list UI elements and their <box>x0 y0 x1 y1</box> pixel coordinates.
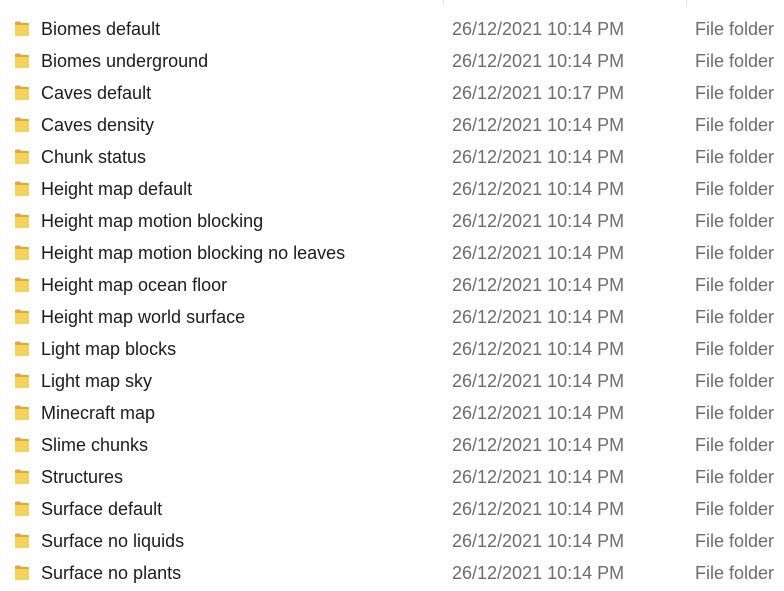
file-name: Caves default <box>41 83 152 103</box>
file-name: Surface no plants <box>41 563 182 583</box>
file-list: Biomes default 26/12/2021 10:14 PM File … <box>0 0 784 589</box>
file-type: File folder <box>695 307 775 327</box>
date-modified: 26/12/2021 10:14 PM <box>452 115 625 135</box>
date-modified: 26/12/2021 10:14 PM <box>452 531 625 551</box>
file-type: File folder <box>695 51 775 71</box>
file-row[interactable]: Slime chunks 26/12/2021 10:14 PM File fo… <box>0 429 784 461</box>
file-row[interactable]: Surface default 26/12/2021 10:14 PM File… <box>0 493 784 525</box>
file-row[interactable]: Biomes default 26/12/2021 10:14 PM File … <box>0 13 784 45</box>
folder-icon <box>14 212 30 229</box>
date-modified: 26/12/2021 10:14 PM <box>452 243 625 263</box>
file-row[interactable]: Surface no liquids 26/12/2021 10:14 PM F… <box>0 525 784 557</box>
file-name: Height map motion blocking <box>41 211 264 231</box>
file-name: Height map ocean floor <box>41 275 228 295</box>
date-modified: 26/12/2021 10:14 PM <box>452 179 625 199</box>
file-type: File folder <box>695 147 775 167</box>
file-name: Height map default <box>41 179 193 199</box>
file-name: Height map motion blocking no leaves <box>41 243 346 263</box>
folder-icon <box>14 148 30 165</box>
folder-icon <box>14 116 30 133</box>
file-name: Light map sky <box>41 371 153 391</box>
file-row[interactable]: Height map default 26/12/2021 10:14 PM F… <box>0 173 784 205</box>
folder-icon <box>14 84 30 101</box>
file-name: Chunk status <box>41 147 147 167</box>
file-row[interactable]: Light map blocks 26/12/2021 10:14 PM Fil… <box>0 333 784 365</box>
file-type: File folder <box>695 179 775 199</box>
date-modified: 26/12/2021 10:14 PM <box>452 499 625 519</box>
file-row[interactable]: Height map motion blocking 26/12/2021 10… <box>0 205 784 237</box>
file-name: Surface default <box>41 499 163 519</box>
file-name: Caves density <box>41 115 155 135</box>
date-modified: 26/12/2021 10:14 PM <box>452 147 625 167</box>
file-name: Biomes underground <box>41 51 209 71</box>
date-modified: 26/12/2021 10:14 PM <box>452 563 625 583</box>
date-modified: 26/12/2021 10:17 PM <box>452 83 625 103</box>
file-name: Minecraft map <box>41 403 156 423</box>
file-row[interactable]: Biomes underground 26/12/2021 10:14 PM F… <box>0 45 784 77</box>
column-divider-date[interactable] <box>443 0 444 6</box>
date-modified: 26/12/2021 10:14 PM <box>452 435 625 455</box>
file-type: File folder <box>695 563 775 583</box>
file-row[interactable]: Caves default 26/12/2021 10:17 PM File f… <box>0 77 784 109</box>
date-modified: 26/12/2021 10:14 PM <box>452 467 625 487</box>
date-modified: 26/12/2021 10:14 PM <box>452 403 625 423</box>
file-type: File folder <box>695 499 775 519</box>
file-type: File folder <box>695 115 775 135</box>
folder-icon <box>14 308 30 325</box>
date-modified: 26/12/2021 10:14 PM <box>452 19 625 39</box>
file-type: File folder <box>695 243 775 263</box>
file-row[interactable]: Light map sky 26/12/2021 10:14 PM File f… <box>0 365 784 397</box>
folder-icon <box>14 404 30 421</box>
folder-icon <box>14 500 30 517</box>
file-type: File folder <box>695 467 775 487</box>
folder-icon <box>14 180 30 197</box>
file-row[interactable]: Structures 26/12/2021 10:14 PM File fold… <box>0 461 784 493</box>
file-row[interactable]: Caves density 26/12/2021 10:14 PM File f… <box>0 109 784 141</box>
file-type: File folder <box>695 83 775 103</box>
file-type: File folder <box>695 435 775 455</box>
file-type: File folder <box>695 371 775 391</box>
file-name: Structures <box>41 467 124 487</box>
date-modified: 26/12/2021 10:14 PM <box>452 211 625 231</box>
file-type: File folder <box>695 531 775 551</box>
folder-icon <box>14 340 30 357</box>
file-name: Slime chunks <box>41 435 149 455</box>
folder-icon <box>14 276 30 293</box>
file-type: File folder <box>695 211 775 231</box>
folder-icon <box>14 244 30 261</box>
file-name: Surface no liquids <box>41 531 185 551</box>
folder-icon <box>14 468 30 485</box>
file-row[interactable]: Surface no plants 26/12/2021 10:14 PM Fi… <box>0 557 784 589</box>
date-modified: 26/12/2021 10:14 PM <box>452 371 625 391</box>
file-type: File folder <box>695 275 775 295</box>
folder-icon <box>14 52 30 69</box>
folder-icon <box>14 20 30 37</box>
file-row[interactable]: Height map ocean floor 26/12/2021 10:14 … <box>0 269 784 301</box>
file-row[interactable]: Height map world surface 26/12/2021 10:1… <box>0 301 784 333</box>
date-modified: 26/12/2021 10:14 PM <box>452 307 625 327</box>
file-type: File folder <box>695 403 775 423</box>
folder-icon <box>14 564 30 581</box>
file-type: File folder <box>695 339 775 359</box>
date-modified: 26/12/2021 10:14 PM <box>452 51 625 71</box>
folder-icon <box>14 436 30 453</box>
date-modified: 26/12/2021 10:14 PM <box>452 339 625 359</box>
folder-icon <box>14 532 30 549</box>
file-row[interactable]: Minecraft map 26/12/2021 10:14 PM File f… <box>0 397 784 429</box>
file-row[interactable]: Height map motion blocking no leaves 26/… <box>0 237 784 269</box>
file-row[interactable]: Chunk status 26/12/2021 10:14 PM File fo… <box>0 141 784 173</box>
file-name: Height map world surface <box>41 307 246 327</box>
folder-icon <box>14 372 30 389</box>
file-name: Biomes default <box>41 19 161 39</box>
file-type: File folder <box>695 19 775 39</box>
date-modified: 26/12/2021 10:14 PM <box>452 275 625 295</box>
column-divider-type[interactable] <box>686 0 687 6</box>
file-name: Light map blocks <box>41 339 177 359</box>
